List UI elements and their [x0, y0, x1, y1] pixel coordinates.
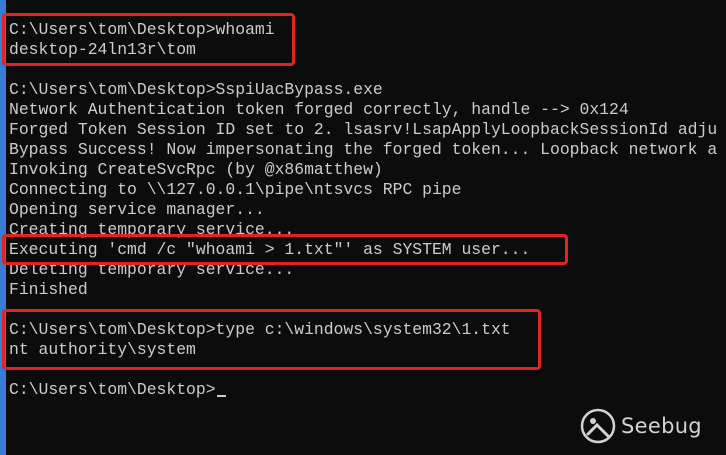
- console-line: Connecting to \\127.0.0.1\pipe\ntsvcs RP…: [9, 180, 462, 199]
- console-line: Forged Token Session ID set to 2. lsasrv…: [9, 120, 718, 139]
- console-line: Network Authentication token forged corr…: [9, 100, 629, 119]
- console-line: Bypass Success! Now impersonating the fo…: [9, 140, 718, 159]
- highlight-box-whoami: [2, 13, 295, 66]
- watermark-text: Seebug: [621, 414, 702, 438]
- console-line: C:\Users\tom\Desktop>SspiUacBypass.exe: [9, 80, 383, 99]
- console-line: Finished: [9, 280, 88, 299]
- console-window[interactable]: C:\Users\tom\Desktop>whoami desktop-24ln…: [0, 0, 726, 455]
- highlight-box-executing: [2, 234, 568, 265]
- console-line: Invoking CreateSvcRpc (by @x86matthew): [9, 160, 383, 179]
- window-edge: [0, 0, 6, 455]
- seebug-logo-icon: [580, 408, 616, 444]
- prompt-text: C:\Users\tom\Desktop>: [9, 380, 216, 399]
- text-cursor: [216, 395, 226, 397]
- seebug-watermark: Seebug: [580, 406, 702, 446]
- console-line: Opening service manager...: [9, 200, 265, 219]
- highlight-box-type-result: [2, 309, 541, 370]
- command-prompt-line[interactable]: C:\Users\tom\Desktop>: [9, 380, 226, 400]
